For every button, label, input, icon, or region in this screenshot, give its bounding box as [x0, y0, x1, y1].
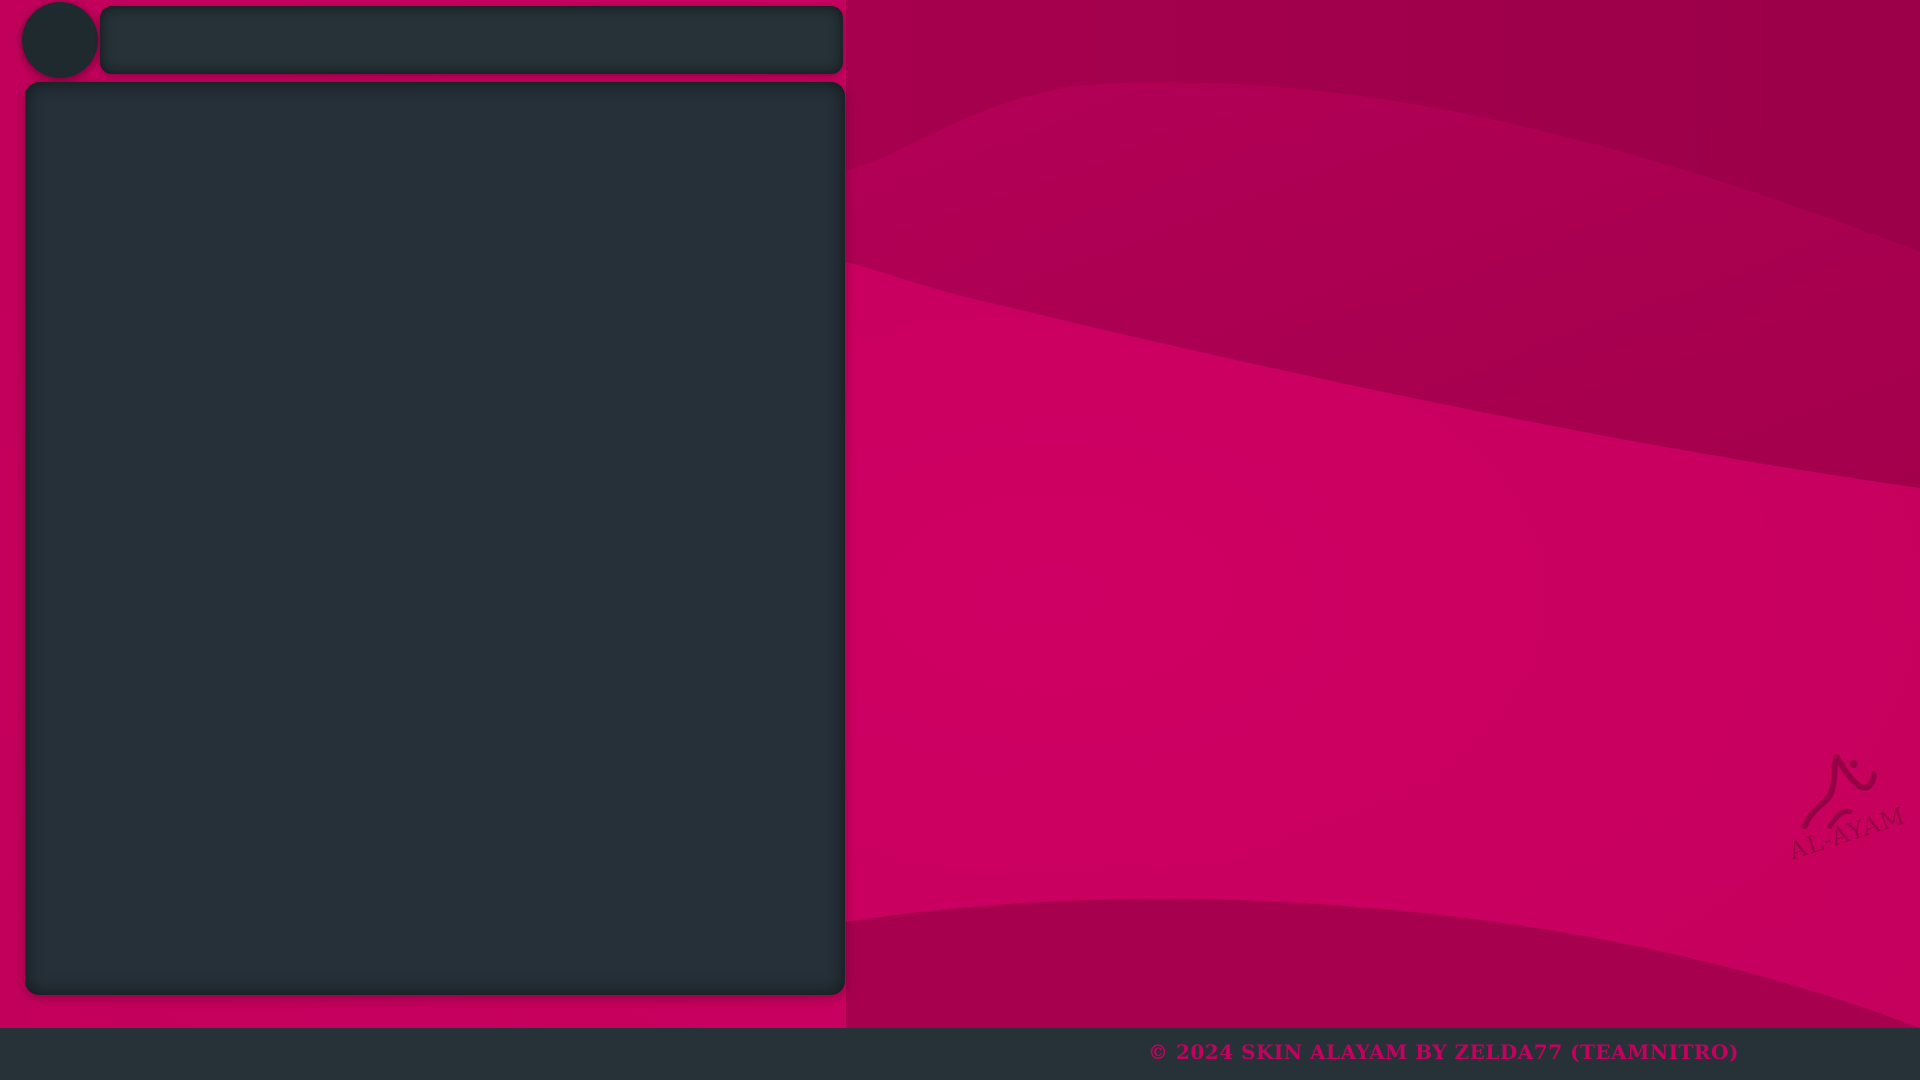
copyright-text: © 2024 SKIN ALAYAM BY ZELDA77 (TEAMNITRO…	[1148, 1040, 1739, 1064]
avatar[interactable]	[22, 2, 98, 78]
main-panel	[25, 82, 845, 995]
top-bar	[100, 6, 843, 74]
